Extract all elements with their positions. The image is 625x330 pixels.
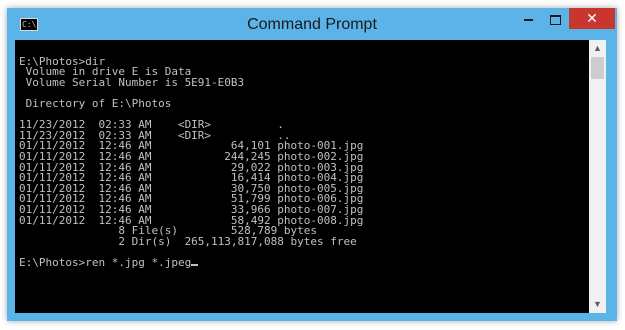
console-output-area[interactable]: E:\Photos>dir Volume in drive E is Data … bbox=[15, 40, 589, 313]
scroll-up-arrow-icon[interactable]: ▲ bbox=[589, 40, 606, 57]
command-prompt-line: E:\Photos>ren *.jpg *.jpeg bbox=[19, 255, 192, 269]
command-prompt-window: C:\ Command Prompt ✕ E:\Photos>dir Volum… bbox=[7, 8, 617, 321]
scroll-down-arrow-icon[interactable]: ▼ bbox=[589, 296, 606, 313]
console-history: E:\Photos>dir Volume in drive E is Data … bbox=[19, 55, 363, 248]
minimize-icon bbox=[524, 18, 533, 21]
maximize-button[interactable] bbox=[542, 8, 569, 29]
vertical-scrollbar[interactable]: ▲ ▼ bbox=[589, 40, 606, 313]
close-button[interactable]: ✕ bbox=[569, 8, 615, 29]
console-line: 2 Dir(s) 265,113,817,088 bytes free bbox=[118, 234, 357, 248]
text-cursor bbox=[191, 263, 199, 266]
scrollbar-thumb[interactable] bbox=[591, 57, 604, 79]
console-line: Directory of E:\Photos bbox=[25, 96, 172, 110]
minimize-button[interactable] bbox=[515, 8, 542, 29]
close-icon: ✕ bbox=[586, 10, 598, 26]
maximize-icon bbox=[550, 14, 561, 25]
title-bar[interactable]: C:\ Command Prompt ✕ bbox=[7, 8, 617, 40]
console-line: Volume Serial Number is 5E91-E0B3 bbox=[25, 75, 245, 89]
console-text: E:\Photos>dir Volume in drive E is Data … bbox=[15, 40, 589, 268]
